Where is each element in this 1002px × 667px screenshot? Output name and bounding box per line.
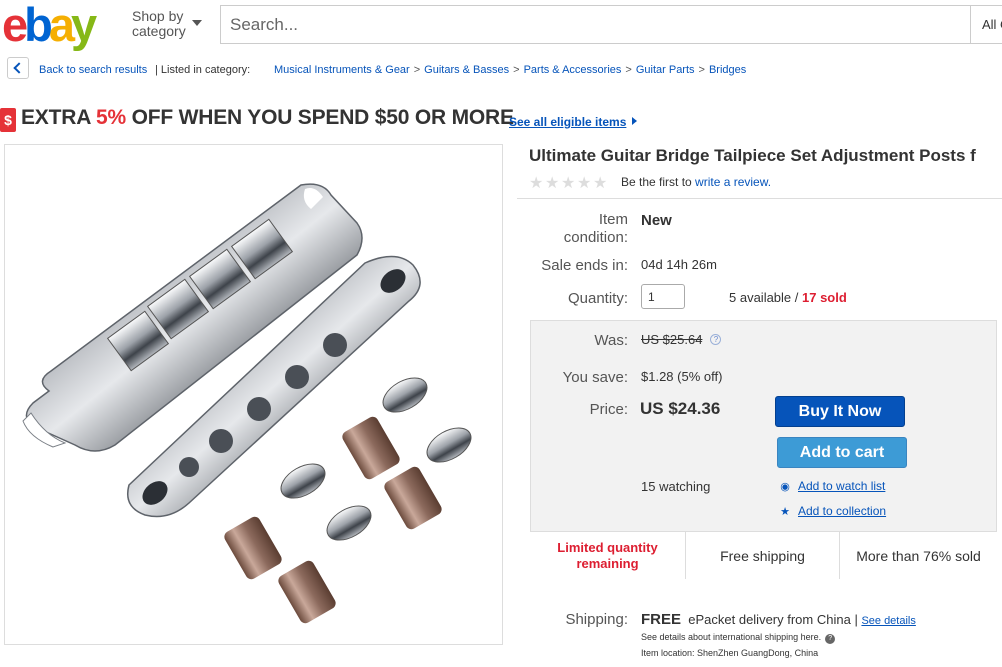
rating-stars[interactable]: ★ ★ ★ ★ ★ bbox=[529, 173, 609, 193]
condition-label: Item condition: bbox=[563, 211, 628, 246]
shop-by-category-button[interactable]: Shop by category bbox=[132, 8, 202, 39]
intl-shipping-note: See details about international shipping… bbox=[641, 632, 836, 644]
listed-in-label: | Listed in category: bbox=[155, 64, 251, 76]
divider bbox=[517, 198, 1002, 199]
add-to-watch-list-link[interactable]: ◉ Add to watch list bbox=[778, 479, 885, 493]
listing-title: Ultimate Guitar Bridge Tailpiece Set Adj… bbox=[529, 146, 976, 165]
shipping-info: FREE ePacket delivery from China | See d… bbox=[641, 611, 916, 628]
chevron-left-icon bbox=[13, 62, 25, 74]
separator: > bbox=[513, 64, 520, 76]
search-input[interactable] bbox=[221, 6, 970, 43]
shipping-label: Shipping: bbox=[565, 611, 628, 628]
product-image[interactable] bbox=[4, 144, 503, 645]
star-icon: ★ bbox=[561, 175, 576, 192]
search-box bbox=[220, 5, 970, 44]
add-to-collection-link[interactable]: ★ Add to collection bbox=[778, 504, 886, 518]
breadcrumb-item-musical-instruments[interactable]: Musical Instruments & Gear bbox=[274, 64, 410, 76]
write-review-link[interactable]: write a review. bbox=[695, 175, 771, 189]
ebay-logo[interactable]: ebay bbox=[2, 1, 97, 48]
triangle-right-icon bbox=[632, 117, 638, 125]
star-icon: ★ bbox=[577, 175, 592, 192]
star-icon: ★ bbox=[780, 506, 790, 518]
review-prompt: Be the first to write a review. bbox=[621, 175, 772, 189]
watching-count: 15 watching bbox=[641, 479, 711, 494]
sale-ends-value: 04d 14h 26m bbox=[641, 257, 717, 272]
feature-percent-sold: More than 76% sold bbox=[856, 547, 981, 564]
was-price: US $25.64? bbox=[641, 332, 722, 347]
breadcrumb-item-guitars-basses[interactable]: Guitars & Basses bbox=[424, 64, 509, 76]
separator: > bbox=[625, 64, 632, 76]
back-to-search-link[interactable]: Back to search results bbox=[39, 64, 147, 76]
caret-down-icon bbox=[192, 20, 202, 26]
star-icon: ★ bbox=[545, 175, 560, 192]
category-label: category bbox=[132, 23, 186, 39]
shop-by-label: Shop by bbox=[132, 8, 184, 24]
item-location: Item location: ShenZhen GuangDong, China bbox=[641, 648, 819, 658]
dollar-tag-icon: $ bbox=[0, 108, 16, 132]
feature-free-shipping: Free shipping bbox=[720, 547, 805, 564]
category-select[interactable]: All C bbox=[970, 5, 1002, 44]
breadcrumb: Back to search results | Listed in categ… bbox=[0, 55, 1002, 83]
availability: 5 available / 17 sold bbox=[729, 290, 847, 305]
see-eligible-items-link[interactable]: See all eligible items bbox=[509, 115, 638, 129]
breadcrumb-item-guitar-parts[interactable]: Guitar Parts bbox=[636, 64, 695, 76]
quantity-label: Quantity: bbox=[567, 290, 628, 307]
buy-it-now-button[interactable]: Buy It Now bbox=[775, 396, 905, 427]
price-label: Price: bbox=[589, 401, 628, 418]
separator: > bbox=[413, 64, 421, 76]
separator: > bbox=[698, 64, 705, 76]
quantity-input[interactable] bbox=[641, 284, 685, 309]
shipping-details-link[interactable]: See details bbox=[861, 615, 915, 627]
you-save-label: You save: bbox=[562, 369, 628, 386]
sale-ends-label: Sale ends in: bbox=[541, 257, 628, 274]
you-save-value: $1.28 (5% off) bbox=[641, 369, 723, 384]
breadcrumb-item-parts-accessories[interactable]: Parts & Accessories bbox=[524, 64, 622, 76]
price-value: US $24.36 bbox=[640, 399, 721, 418]
back-button[interactable] bbox=[7, 57, 29, 79]
product-photo bbox=[22, 183, 472, 624]
condition-value: New bbox=[641, 212, 672, 229]
star-icon: ★ bbox=[593, 175, 608, 192]
help-icon[interactable]: ? bbox=[825, 634, 836, 644]
add-to-cart-button[interactable]: Add to cart bbox=[777, 437, 907, 468]
eye-icon: ◉ bbox=[780, 481, 790, 493]
feature-row: Limited quantity remaining Free shipping… bbox=[530, 531, 997, 579]
breadcrumb-item-bridges[interactable]: Bridges bbox=[709, 64, 746, 76]
star-icon: ★ bbox=[529, 175, 544, 192]
info-icon[interactable]: ? bbox=[710, 334, 722, 345]
site-header: ebay Shop by category All C bbox=[0, 0, 1002, 50]
was-label: Was: bbox=[594, 332, 628, 349]
feature-limited-quantity: Limited quantity remaining bbox=[557, 539, 658, 571]
promo-text: EXTRA 5% OFF WHEN YOU SPEND $50 OR MORE bbox=[21, 106, 514, 129]
